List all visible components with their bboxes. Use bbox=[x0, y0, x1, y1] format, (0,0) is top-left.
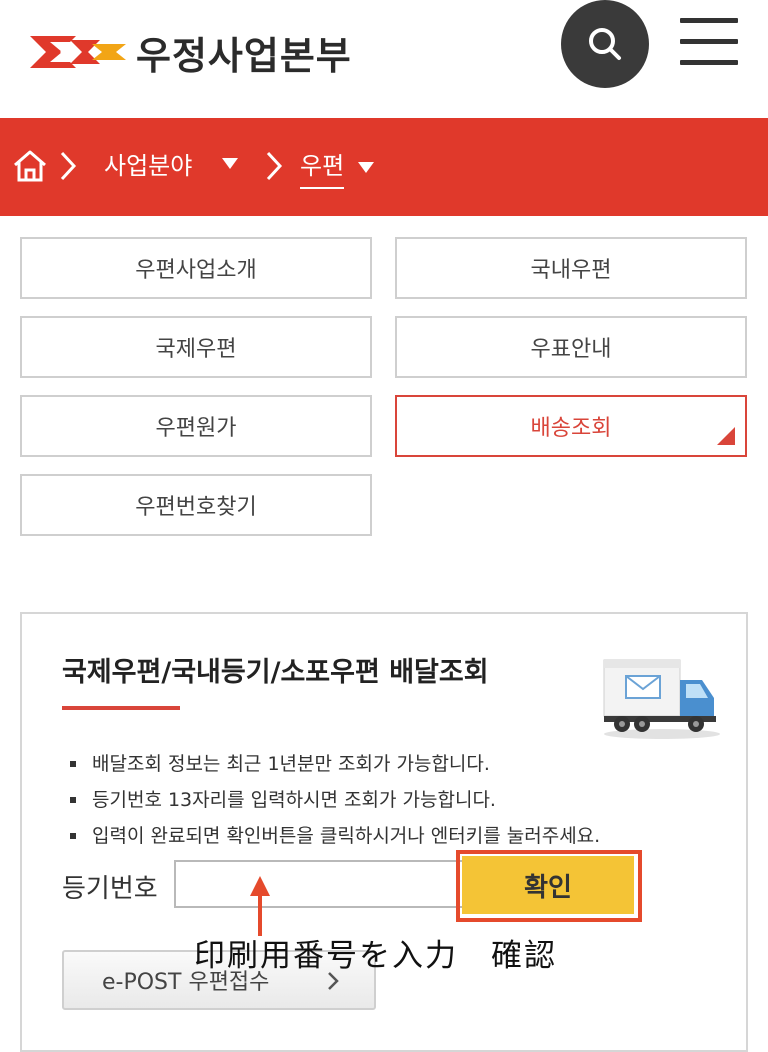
breadcrumb-item-business[interactable]: 사업분야 bbox=[104, 146, 239, 181]
menu-item-label: 우편번호찾기 bbox=[135, 495, 257, 520]
menu-item-zipcode-search[interactable]: 우편번호찾기 bbox=[20, 474, 372, 536]
logo-mark-icon bbox=[30, 36, 126, 68]
menu-item-domestic-mail[interactable]: 국내우편 bbox=[395, 237, 747, 299]
logo[interactable]: 우정사업본부 bbox=[30, 22, 352, 82]
breadcrumb-label: 우편 bbox=[300, 146, 345, 189]
tracking-panel: 국제우편/국내등기/소포우편 배달조회 배달조회 정보는 최근 1년분만 조회가… bbox=[20, 612, 748, 1052]
chevron-right-icon bbox=[266, 151, 283, 181]
caret-down-icon bbox=[222, 158, 239, 169]
notice-item: 입력이 완료되면 확인버튼을 클릭하시거나 엔터키를 눌러주세요. bbox=[68, 818, 748, 854]
notice-item: 등기번호 13자리를 입력하시면 조회가 가능합니다. bbox=[68, 782, 748, 818]
search-icon bbox=[589, 28, 621, 60]
caret-down-icon bbox=[358, 162, 375, 173]
menu-item-label: 배송조회 bbox=[530, 416, 612, 441]
home-icon[interactable] bbox=[12, 148, 48, 184]
confirm-button[interactable]: 확인 bbox=[462, 856, 634, 914]
breadcrumb-label: 사업분야 bbox=[104, 152, 193, 180]
chevron-right-icon bbox=[60, 151, 77, 181]
title-underline bbox=[62, 706, 180, 710]
menu-item-label: 국내우편 bbox=[530, 258, 612, 283]
notice-list: 배달조회 정보는 최근 1년분만 조회가 가능합니다. 등기번호 13자리를 입… bbox=[68, 746, 748, 854]
menu-item-postal-intro[interactable]: 우편사업소개 bbox=[20, 237, 372, 299]
menu-item-international-mail[interactable]: 국제우편 bbox=[20, 316, 372, 378]
registration-number-label: 등기번호 bbox=[62, 874, 158, 904]
breadcrumb-item-post[interactable]: 우편 bbox=[300, 146, 375, 189]
breadcrumb: 사업분야 우편 bbox=[0, 118, 768, 216]
menu-item-label: 우편사업소개 bbox=[135, 258, 257, 283]
menu-item-stamp-info[interactable]: 우표안내 bbox=[395, 316, 747, 378]
panel-title: 국제우편/국내등기/소포우편 배달조회 bbox=[62, 657, 489, 688]
site-header: 우정사업본부 bbox=[0, 0, 768, 118]
menu-item-label: 국제우편 bbox=[155, 337, 237, 362]
notice-item: 배달조회 정보는 최근 1년분만 조회가 가능합니다. bbox=[68, 746, 748, 782]
annotation-text: 印刷用番号を入力 確認 bbox=[194, 938, 557, 974]
arrow-up-icon bbox=[250, 876, 270, 936]
hamburger-menu-icon[interactable] bbox=[680, 18, 738, 68]
active-corner-icon bbox=[717, 427, 735, 445]
registration-number-input[interactable] bbox=[174, 860, 470, 908]
logo-text: 우정사업본부 bbox=[136, 33, 352, 78]
menu-item-label: 우편원가 bbox=[155, 416, 237, 441]
delivery-truck-icon bbox=[603, 659, 720, 739]
menu-item-postal-cost[interactable]: 우편원가 bbox=[20, 395, 372, 457]
menu-item-delivery-tracking[interactable]: 배송조회 bbox=[395, 395, 747, 457]
menu-item-label: 우표안내 bbox=[530, 337, 612, 362]
search-button[interactable] bbox=[561, 0, 649, 88]
